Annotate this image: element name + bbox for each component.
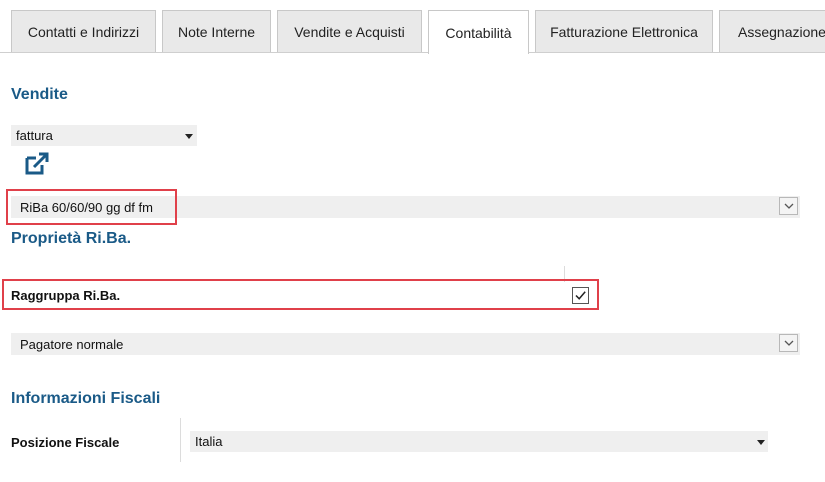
posizione-fiscale-label: Posizione Fiscale [11,435,120,450]
tab-fatturazione-elettronica[interactable]: Fatturazione Elettronica [535,10,713,52]
tab-vendite-acquisti[interactable]: Vendite e Acquisti [277,10,422,52]
section-title-fiscal: Informazioni Fiscali [11,390,161,407]
external-edit-icon[interactable] [24,152,50,176]
posizione-fiscale-select[interactable]: Italia [190,431,768,452]
posizione-fiscale-value: Italia [195,434,223,449]
tab-note-interne[interactable]: Note Interne [162,10,271,52]
caret-down-icon [757,440,765,445]
divider [564,266,565,282]
payment-terms-select[interactable]: RiBa 60/60/90 gg df fm [11,196,800,218]
payer-type-dropdown-button[interactable] [779,334,798,352]
payment-terms-value: RiBa 60/60/90 gg df fm [20,200,153,215]
tab-bar: Contatti e Indirizzi Note Interne Vendit… [0,0,825,54]
caret-down-icon [185,134,193,139]
payment-terms-dropdown-button[interactable] [779,197,798,215]
tab-assegnazione[interactable]: Assegnazione [719,10,825,52]
chevron-down-icon [784,340,794,346]
payer-type-select[interactable]: Pagatore normale [11,333,800,355]
section-title-riba: Proprietà Ri.Ba. [11,230,132,247]
chevron-down-icon [784,203,794,209]
tab-contatti-indirizzi[interactable]: Contatti e Indirizzi [11,10,156,52]
document-type-value: fattura [16,128,53,143]
tab-contabilita[interactable]: Contabilità [428,10,529,54]
raggruppa-riba-label: Raggruppa Ri.Ba. [11,288,121,303]
divider [180,418,181,462]
raggruppa-riba-checkbox[interactable] [572,287,589,304]
section-title-vendite: Vendite [11,86,68,103]
checkmark-icon [575,291,586,300]
document-type-select[interactable]: fattura [11,125,197,146]
payer-type-value: Pagatore normale [20,337,124,352]
